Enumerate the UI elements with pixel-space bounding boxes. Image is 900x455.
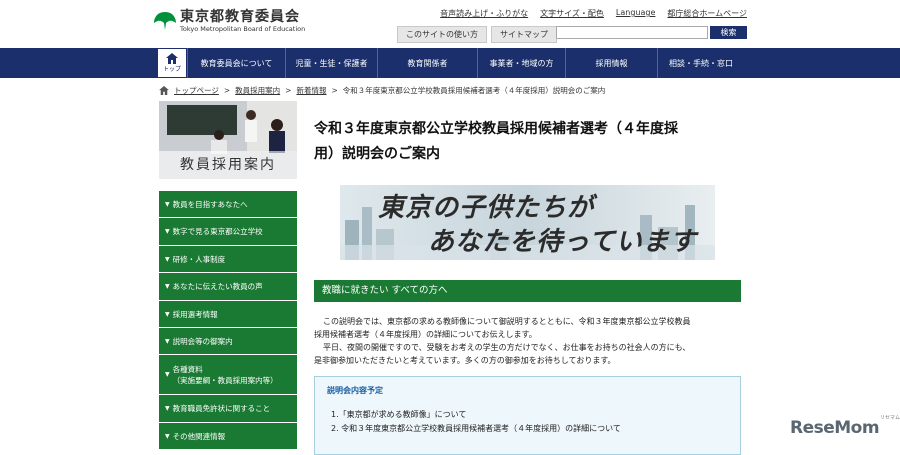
sidebar-item-label: 教育職員免許状に関すること <box>172 404 271 413</box>
triangle-down-icon: ▼ <box>165 405 170 412</box>
sidebar-item-license[interactable]: ▼ 教育職員免許状に関すること <box>159 395 297 423</box>
breadcrumb-separator: > <box>285 86 292 95</box>
utility-links: 音声読み上げ・ふりがな 文字サイズ・配色 Language 都庁総合ホームページ <box>440 8 747 19</box>
sidebar-item-label: 採用選考情報 <box>172 309 218 319</box>
sidebar-item-label: 教員を目指すあなたへ <box>172 199 248 209</box>
nav-consultation[interactable]: 相談・手続・窓口 <box>657 48 744 78</box>
nav-students-parents[interactable]: 児童・生徒・保護者 <box>285 48 377 78</box>
search-input[interactable] <box>556 26 708 39</box>
triangle-down-icon: ▼ <box>165 255 170 263</box>
nav-about-board[interactable]: 教育委員会について <box>187 48 285 78</box>
search-button[interactable]: 検索 <box>710 26 747 39</box>
intro-paragraph1-line2: 採用候補者選考（４年度採用）の詳細についてお伝えします。 <box>314 330 537 339</box>
nav-educators[interactable]: 教育関係者 <box>377 48 477 78</box>
how-to-use-button[interactable]: このサイトの使い方 <box>397 26 487 43</box>
nav-home[interactable]: トップ <box>157 48 187 78</box>
hero-slogan-line2: あなたを待っています <box>428 227 697 257</box>
triangle-down-icon: ▼ <box>165 371 170 378</box>
intro-paragraph1-line1: この説明会では、東京都の求める教師像について御説明するとともに、令和３年度東京都… <box>323 317 691 326</box>
breadcrumb: トップページ > 教員採用案内 > 新着情報 > 令和３年度東京都公立学校教員採… <box>159 85 605 96</box>
sidebar-item-sublabel: （実施要綱・教員採用案内等） <box>172 375 278 385</box>
triangle-down-icon: ▼ <box>165 432 170 440</box>
sidebar-banner[interactable]: 教員採用案内 <box>159 101 297 179</box>
briefing-contents-box: 説明会内容予定 1.「東京都が求める教師像」について 2. 令和３年度東京都公立… <box>314 376 741 455</box>
link-tokyo-gov[interactable]: 都庁総合ホームページ <box>667 8 747 19</box>
resemom-watermark: ReseMom <box>790 418 880 438</box>
briefing-contents-item: 1.「東京都が求める教師像」について <box>331 410 467 419</box>
nav-businesses[interactable]: 事業者・地域の方 <box>477 48 565 78</box>
home-icon <box>159 86 169 95</box>
link-text-size[interactable]: 文字サイズ・配色 <box>540 8 604 19</box>
sidebar-item-label: 研修・人事制度 <box>172 254 226 264</box>
page: 東京都教育委員会 Tokyo Metropolitan Board of Edu… <box>0 0 900 455</box>
breadcrumb-current: 令和３年度東京都公立学校教員採用候補者選考（４年度採用）説明会のご案内 <box>342 86 606 95</box>
sitemap-button[interactable]: サイトマップ <box>491 26 557 43</box>
sidebar-item-label: その他関連情報 <box>172 431 226 441</box>
sidebar-item-selection-info[interactable]: ▼ 採用選考情報 <box>159 301 297 328</box>
sidebar-nav: ▼ 教員を目指すあなたへ ▼ 数字で見る東京都公立学校 ▼ 研修・人事制度 ▼ あなたに… <box>159 191 297 450</box>
intro-paragraph2-line1: 平日、夜間の開催ですので、受験をお考えの学生の方だけでなく、お仕事をお持ちの社会… <box>323 343 691 352</box>
sidebar-item-briefings[interactable]: ▼ 説明会等の御案内 <box>159 328 297 355</box>
intro-paragraph2-line2: 是非御参加いただきたいと考えています。多くの方の御参加をお待ちしております。 <box>314 356 616 365</box>
triangle-down-icon: ▼ <box>165 200 170 208</box>
triangle-down-icon: ▼ <box>165 283 170 290</box>
logo-title-en: Tokyo Metropolitan Board of Education <box>180 25 306 33</box>
triangle-down-icon: ▼ <box>165 228 170 235</box>
sidebar-item-label: 数字で見る東京都公立学校 <box>172 227 263 236</box>
global-nav: トップ 教育委員会について 児童・生徒・保護者 教育関係者 事業者・地域の方 採… <box>0 48 900 78</box>
logo-title-jp: 東京都教育委員会 <box>180 9 300 25</box>
ginkgo-logo-icon <box>154 12 176 30</box>
breadcrumb-separator: > <box>223 86 231 95</box>
resemom-watermark-sub: リセマム <box>880 415 900 421</box>
link-read-aloud[interactable]: 音声読み上げ・ふりがな <box>440 8 528 19</box>
page-title-line2: 用）説明会のご案内 <box>314 146 440 162</box>
sidebar-item-documents[interactable]: ▼ 各種資料 （実施要綱・教員採用案内等） <box>159 355 297 395</box>
hero-banner: 東京の子供たちが あなたを待っています <box>340 185 715 260</box>
sidebar-item-aspiring-teachers[interactable]: ▼ 教員を目指すあなたへ <box>159 191 297 218</box>
site-logo[interactable]: 東京都教育委員会 Tokyo Metropolitan Board of Edu… <box>153 9 305 33</box>
breadcrumb-recruit[interactable]: 教員採用案内 <box>235 85 280 96</box>
sub-button-row: このサイトの使い方 サイトマップ <box>397 26 557 43</box>
page-title: 令和３年度東京都公立学校教員採用候補者選考（４年度採 用）説明会のご案内 <box>314 117 744 167</box>
sidebar-banner-label: 教員採用案内 <box>159 151 297 179</box>
sidebar-item-teacher-voices[interactable]: ▼ あなたに伝えたい教員の声 <box>159 273 297 301</box>
home-icon <box>166 53 178 64</box>
sidebar-item-numbers[interactable]: ▼ 数字で見る東京都公立学校 <box>159 218 297 246</box>
hero-slogan-line1: 東京の子供たちが <box>378 193 595 223</box>
sidebar-item-label: あなたに伝えたい教員の声 <box>172 282 263 291</box>
briefing-contents-item: 2. 令和３年度東京都公立学校教員採用候補者選考（４年度採用）の詳細について <box>331 424 621 433</box>
page-title-line1: 令和３年度東京都公立学校教員採用候補者選考（４年度採 <box>314 121 678 137</box>
triangle-down-icon: ▼ <box>165 337 170 345</box>
triangle-down-icon: ▼ <box>165 310 170 318</box>
breadcrumb-top[interactable]: トップページ <box>174 85 219 96</box>
nav-recruitment[interactable]: 採用情報 <box>565 48 657 78</box>
section-heading: 教職に就きたい すべての方へ <box>314 280 741 302</box>
breadcrumb-news[interactable]: 新着情報 <box>296 85 326 96</box>
briefing-contents-heading: 説明会内容予定 <box>327 386 383 395</box>
nav-home-label: トップ <box>162 66 181 73</box>
sidebar-item-training[interactable]: ▼ 研修・人事制度 <box>159 246 297 273</box>
sidebar-item-related[interactable]: ▼ その他関連情報 <box>159 423 297 450</box>
breadcrumb-separator: > <box>331 86 338 95</box>
sidebar-item-label: 各種資料 <box>172 364 203 374</box>
link-language[interactable]: Language <box>616 8 655 19</box>
intro-text: この説明会では、東京都の求める教師像について御説明するとともに、令和３年度東京都… <box>314 315 741 367</box>
sidebar-item-label: 説明会等の御案内 <box>172 336 233 346</box>
